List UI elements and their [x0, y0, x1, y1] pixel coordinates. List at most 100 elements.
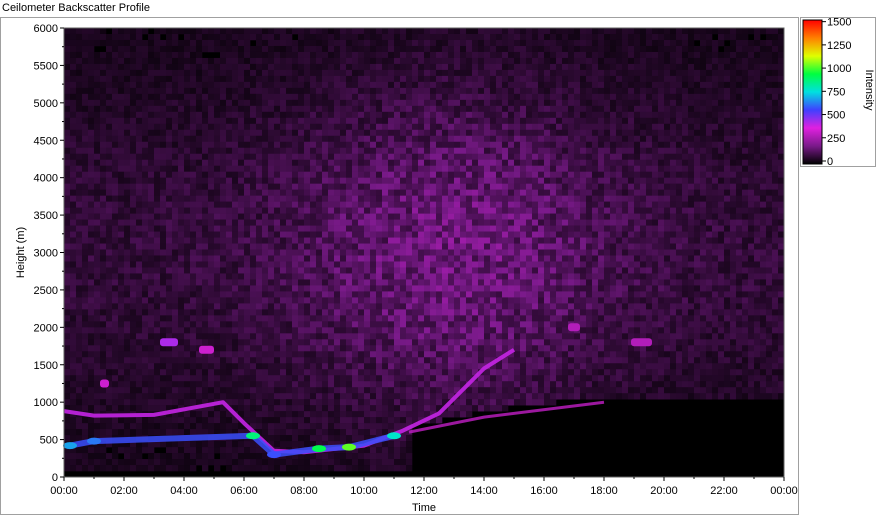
- heatmap-cell: [136, 195, 143, 202]
- heatmap-cell: [178, 219, 185, 226]
- heatmap-cell: [274, 393, 281, 400]
- heatmap-cell: [472, 195, 479, 202]
- heatmap-cell: [154, 261, 161, 268]
- heatmap-cell: [136, 111, 143, 119]
- heatmap-cell: [244, 249, 251, 256]
- heatmap-cell: [82, 465, 89, 472]
- heatmap-cell: [94, 165, 101, 172]
- heatmap-cell: [352, 213, 359, 220]
- heatmap-cell: [214, 159, 221, 166]
- heatmap-cell: [118, 33, 125, 41]
- heatmap-cell: [124, 28, 131, 35]
- heatmap-cell: [334, 351, 341, 358]
- heatmap-cell: [202, 423, 209, 430]
- heatmap-cell: [100, 28, 107, 35]
- heatmap-cell: [388, 153, 395, 161]
- heatmap-cell: [316, 141, 323, 149]
- heatmap-cell: [466, 255, 473, 262]
- heatmap-cell: [454, 141, 461, 149]
- heatmap-cell: [106, 255, 113, 262]
- heatmap-cell: [388, 309, 395, 316]
- heatmap-cell: [454, 369, 461, 376]
- heatmap-cell: [328, 28, 335, 35]
- heatmap-cell: [136, 453, 143, 460]
- heatmap-cell: [256, 303, 263, 310]
- heatmap-cell: [202, 99, 209, 107]
- heatmap-cell: [196, 171, 203, 178]
- heatmap-cell: [430, 159, 437, 166]
- heatmap-cell: [262, 123, 269, 131]
- heatmap-cell: [64, 99, 71, 107]
- heatmap-cell: [202, 81, 209, 89]
- heatmap-cell: [208, 135, 215, 143]
- heatmap-cell: [448, 411, 455, 418]
- heatmap-cell: [376, 273, 383, 280]
- heatmap-cell: [154, 249, 161, 256]
- heatmap-cell: [268, 135, 275, 143]
- heatmap-cell: [280, 261, 287, 268]
- heatmap-cell: [70, 339, 77, 346]
- heatmap-cell: [442, 147, 449, 155]
- heatmap-cell: [124, 267, 131, 274]
- heatmap-cell: [454, 339, 461, 346]
- heatmap-cell: [454, 213, 461, 220]
- heatmap-cell: [352, 297, 359, 304]
- heatmap-cell: [160, 423, 167, 430]
- heatmap-cell: [214, 261, 221, 268]
- heatmap-cell: [214, 387, 221, 394]
- heatmap-cell: [448, 147, 455, 155]
- heatmap-cell: [202, 33, 209, 41]
- heatmap-cell: [376, 99, 383, 107]
- heatmap-cell: [406, 393, 413, 400]
- heatmap-cell: [424, 45, 431, 53]
- heatmap-cell: [292, 399, 299, 406]
- heatmap-cell: [208, 219, 215, 226]
- heatmap-cell: [232, 255, 239, 262]
- heatmap-cell: [382, 261, 389, 268]
- heatmap-cell: [340, 261, 347, 268]
- heatmap-cell: [64, 297, 71, 304]
- heatmap-cell: [382, 267, 389, 274]
- heatmap-cell: [304, 423, 311, 430]
- heatmap-cell: [442, 177, 449, 184]
- heatmap-cell: [316, 309, 323, 316]
- heatmap-cell: [400, 273, 407, 280]
- heatmap-cell: [142, 429, 149, 436]
- heatmap-cell: [148, 303, 155, 310]
- heatmap-cell: [376, 339, 383, 346]
- heatmap-cell: [112, 255, 119, 262]
- heatmap-cell: [256, 147, 263, 155]
- heatmap-cell: [244, 189, 251, 196]
- heatmap-cell: [124, 177, 131, 184]
- heatmap-cell: [364, 321, 371, 328]
- heatmap-cell: [136, 297, 143, 304]
- heatmap-cell: [124, 33, 131, 41]
- heatmap-cell: [220, 423, 227, 430]
- heatmap-cell: [118, 393, 125, 400]
- heatmap-cell: [286, 339, 293, 346]
- heatmap-cell: [166, 309, 173, 316]
- heatmap-cell: [256, 93, 263, 101]
- heatmap-cell: [376, 231, 383, 238]
- heatmap-cell: [436, 381, 443, 388]
- heatmap-cell: [352, 69, 359, 77]
- heatmap-cell: [382, 273, 389, 280]
- heatmap-cell: [310, 99, 317, 107]
- heatmap-cell: [454, 69, 461, 77]
- heatmap-cell: [340, 435, 347, 442]
- heatmap-cell: [256, 279, 263, 286]
- heatmap-cell: [76, 285, 83, 292]
- heatmap-cell: [376, 111, 383, 119]
- heatmap-cell: [346, 45, 353, 53]
- heatmap-cell: [112, 39, 119, 47]
- heatmap-cell: [184, 201, 191, 208]
- heatmap-cell: [262, 315, 269, 322]
- heatmap-cell: [334, 363, 341, 370]
- heatmap-cell: [418, 411, 425, 418]
- heatmap-cell: [88, 363, 95, 370]
- heatmap-cell: [424, 297, 431, 304]
- heatmap-cell: [136, 459, 143, 466]
- heatmap-cell: [376, 327, 383, 334]
- heatmap-cell: [220, 441, 227, 448]
- heatmap-cell: [454, 261, 461, 268]
